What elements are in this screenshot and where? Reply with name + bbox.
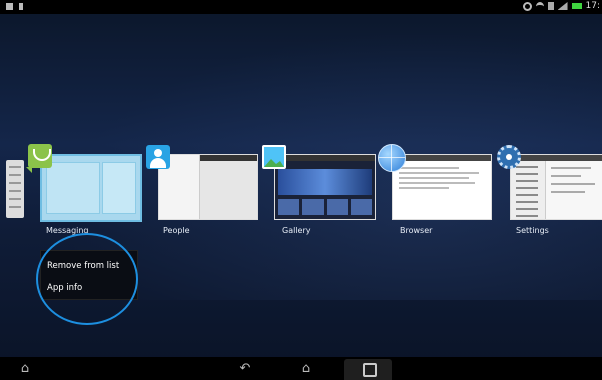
app-label-people: People [163, 226, 190, 235]
wifi-icon [535, 1, 544, 11]
clock: 17: [585, 1, 600, 11]
notification-icon [6, 3, 13, 10]
browser-icon [378, 144, 406, 172]
status-bar: 17: [0, 0, 602, 14]
highlight-ring [36, 233, 138, 325]
settings-icon [497, 145, 521, 169]
sync-icon [522, 1, 532, 11]
recent-apps-icon[interactable] [363, 363, 377, 377]
system-status: 17: [522, 1, 600, 11]
home-outline-icon[interactable]: ⌂ [18, 361, 32, 377]
gallery-icon [262, 145, 286, 169]
people-icon [146, 145, 170, 169]
recent-app-card-gallery[interactable] [274, 154, 376, 220]
recent-app-card-settings[interactable] [510, 154, 602, 220]
recent-app-card-browser[interactable] [392, 154, 492, 220]
recent-app-card-messaging[interactable] [40, 154, 142, 222]
recent-app-card-keyboard[interactable] [6, 160, 24, 218]
app-label-gallery: Gallery [282, 226, 311, 235]
notification-icons [6, 3, 23, 10]
notification-icon [19, 3, 23, 10]
app-label-settings: Settings [516, 226, 549, 235]
battery-icon [571, 3, 582, 9]
back-icon[interactable]: ↶ [236, 361, 254, 377]
messaging-icon [26, 144, 52, 173]
app-label-browser: Browser [400, 226, 433, 235]
sd-card-icon [547, 2, 554, 10]
thumbnail-pane [102, 162, 136, 214]
recent-app-card-people[interactable] [158, 154, 258, 220]
thumbnail-pane [46, 162, 100, 214]
signal-icon [557, 2, 568, 10]
home-icon[interactable]: ⌂ [297, 361, 315, 377]
